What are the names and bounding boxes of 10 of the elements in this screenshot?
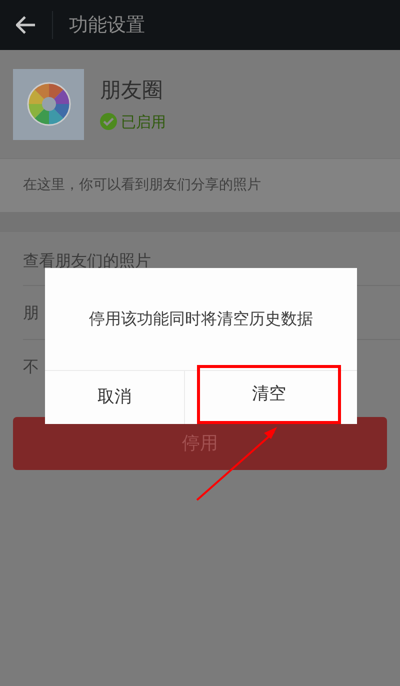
app-name: 朋友圈 (100, 77, 164, 104)
status-text: 已启用 (121, 112, 166, 132)
option-label[interactable]: 朋 (23, 300, 39, 324)
app-icon (13, 68, 84, 140)
page-title: 功能设置 (69, 12, 145, 38)
dialog-button[interactable]: 清空 (196, 365, 341, 424)
description-text: 在这里，你可以看到朋友们分享的照片 (23, 176, 261, 195)
dialog-message: 停用该功能同时将清空历史数据 (89, 308, 313, 330)
back-icon[interactable] (16, 16, 36, 34)
option-label[interactable]: 不 (23, 355, 39, 379)
